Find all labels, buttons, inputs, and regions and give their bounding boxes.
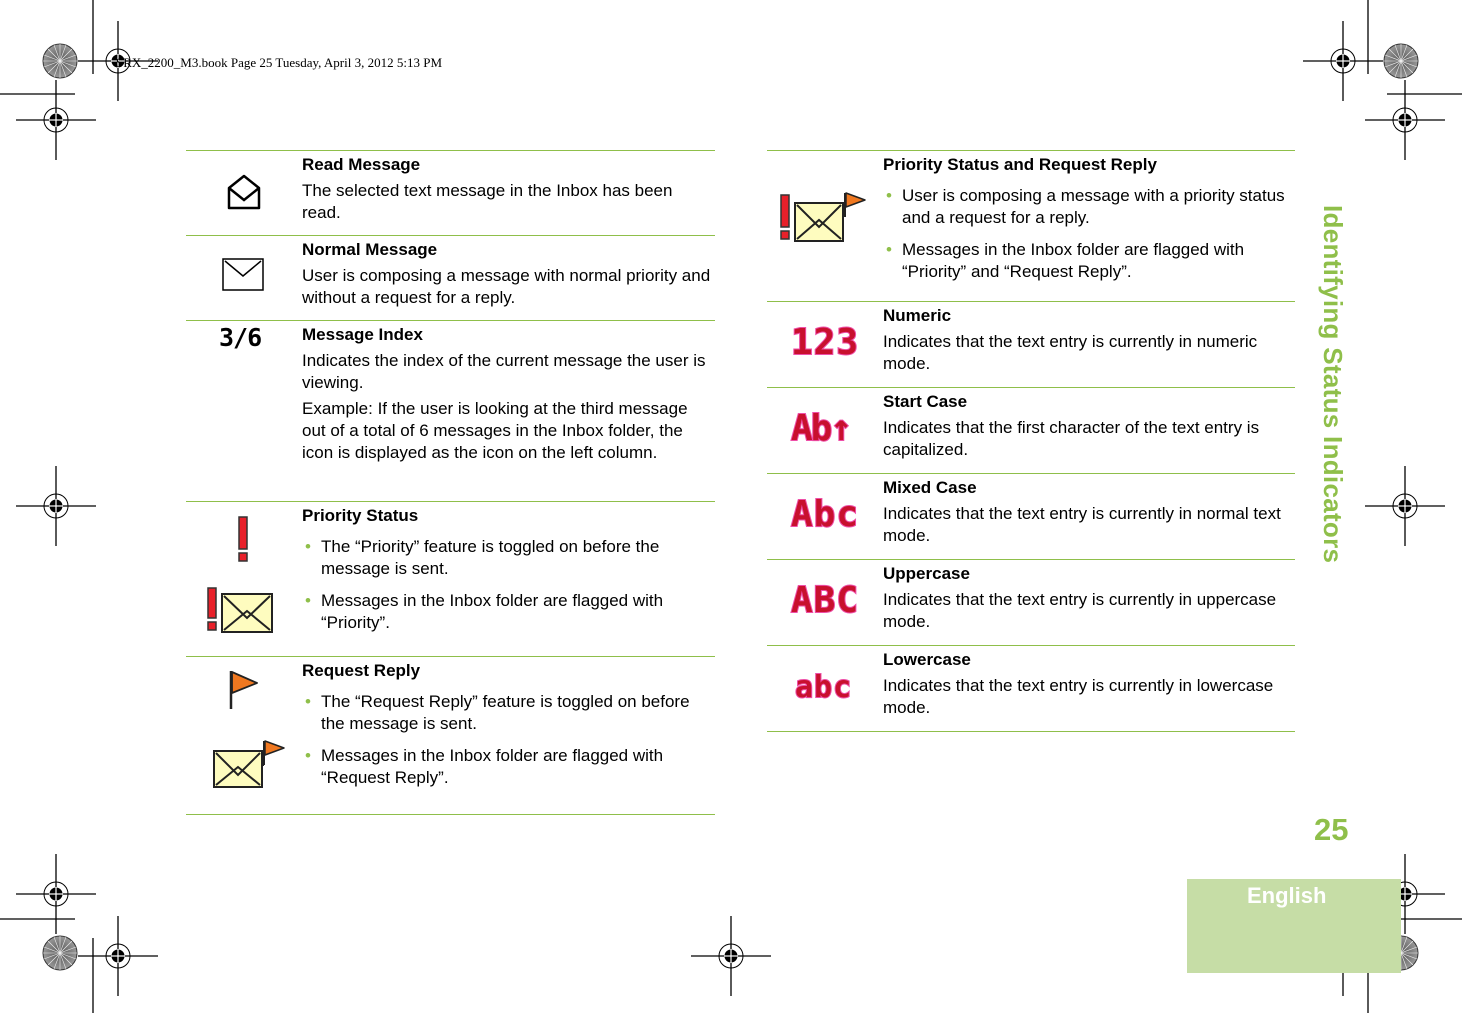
indicator-description: Indicates that the text entry is current… — [883, 332, 1258, 373]
crosshair-mark — [1364, 465, 1446, 547]
right-indicator-table: Priority Status and Request Reply • User … — [767, 150, 1295, 732]
table-row: Priority Status and Request Reply • User … — [767, 150, 1295, 301]
table-row: 123 Numeric Indicates that the text entr… — [767, 301, 1295, 387]
indicator-description: Indicates the index of the current messa… — [302, 351, 706, 392]
bullet-text: The “Request Reply” feature is toggled o… — [321, 692, 690, 733]
print-info-header: SRX_2200_M3.book Page 25 Tuesday, April … — [116, 55, 442, 70]
table-row: Normal Message User is composing a messa… — [186, 235, 715, 320]
crosshair-mark — [15, 79, 97, 161]
table-row: Abc Mixed Case Indicates that the text e… — [767, 473, 1295, 559]
indicator-description: Indicates that the text entry is current… — [883, 676, 1274, 717]
bullet-icon: • — [886, 240, 892, 259]
table-row: Ab↑ Start Case Indicates that the first … — [767, 387, 1295, 473]
indicator-description: Indicates that the first character of th… — [883, 418, 1260, 459]
bullet-text: The “Priority” feature is toggled on bef… — [321, 537, 660, 578]
section-side-title: Identifying Status Indicators — [1318, 205, 1348, 564]
normal-message-icon — [222, 258, 264, 291]
mixed-case-icon: Abc — [790, 493, 860, 536]
table-row: Request Reply • The “Request Reply” featu… — [186, 656, 715, 815]
indicator-description: The selected text message in the Inbox h… — [302, 181, 673, 222]
table-row: 3/6 Message Index Indicates the index of… — [186, 320, 715, 501]
uppercase-icon: ABC — [790, 579, 860, 622]
lowercase-icon: abc — [794, 669, 853, 706]
read-message-icon — [227, 174, 261, 210]
bullet-icon: • — [305, 591, 311, 610]
bullet-icon: • — [886, 186, 892, 205]
table-row: Read Message The selected text message i… — [186, 150, 715, 235]
indicator-title: Message Index — [302, 325, 423, 344]
bullet-item: • Messages in the Inbox folder are flagge… — [302, 590, 715, 634]
bullet-text: Messages in the Inbox folder are flagged… — [321, 746, 664, 787]
bullet-text: User is composing a message with a prior… — [902, 186, 1285, 227]
language-tab: English — [1187, 879, 1401, 973]
table-row: Priority Status • The “Priority” feature … — [186, 501, 715, 656]
message-index-icon: 3/6 — [219, 323, 262, 352]
indicator-example: Example: If the user is looking at the t… — [302, 399, 688, 462]
indicator-title: Numeric — [883, 306, 952, 325]
crosshair-mark — [15, 853, 97, 935]
indicator-title: Uppercase — [883, 564, 970, 583]
indicator-title: Lowercase — [883, 650, 971, 669]
crosshair-mark — [1302, 20, 1384, 102]
crosshair-mark — [690, 915, 772, 997]
bullet-text: Messages in the Inbox folder are flagged… — [902, 240, 1245, 281]
indicator-title: Normal Message — [302, 240, 438, 259]
priority-exclamation-icon — [238, 516, 248, 562]
indicator-title: Read Message — [302, 155, 421, 174]
star-target-mark — [42, 935, 78, 971]
bullet-item: • Messages in the Inbox folder are flagge… — [883, 239, 1295, 283]
bullet-item: • User is composing a message with a prio… — [883, 185, 1295, 229]
start-case-icon: Ab↑ — [790, 407, 853, 450]
request-reply-flag-icon — [229, 671, 258, 709]
bullet-item: • The “Priority” feature is toggled on be… — [302, 536, 715, 580]
indicator-title: Mixed Case — [883, 478, 977, 497]
bullet-item: • The “Request Reply” feature is toggled … — [302, 691, 715, 735]
priority-envelope-icon — [207, 587, 273, 633]
indicator-title: Start Case — [883, 392, 968, 411]
crosshair-mark — [1364, 79, 1446, 161]
indicator-description: Indicates that the text entry is current… — [883, 590, 1277, 631]
bullet-icon: • — [305, 537, 311, 556]
indicator-title: Priority Status and Request Reply — [883, 155, 1157, 174]
bullet-icon: • — [305, 746, 311, 765]
table-row: ABC Uppercase Indicates that the text en… — [767, 559, 1295, 645]
indicator-title: Request Reply — [302, 661, 421, 680]
bullet-item: • Messages in the Inbox folder are flagge… — [302, 745, 715, 789]
request-reply-envelope-icon — [213, 740, 285, 788]
crosshair-mark — [77, 915, 159, 997]
indicator-description: Indicates that the text entry is current… — [883, 504, 1281, 545]
table-row: abc Lowercase Indicates that the text en… — [767, 645, 1295, 732]
bullet-icon: • — [305, 692, 311, 711]
star-target-mark — [42, 43, 78, 79]
indicator-title: Priority Status — [302, 506, 419, 525]
left-indicator-table: Read Message The selected text message i… — [186, 150, 715, 815]
numeric-mode-icon: 123 — [790, 321, 860, 364]
indicator-description: User is composing a message with normal … — [302, 266, 711, 307]
bullet-text: Messages in the Inbox folder are flagged… — [321, 591, 664, 632]
crosshair-mark — [15, 465, 97, 547]
star-target-mark — [1383, 43, 1419, 79]
priority-request-reply-icon — [780, 192, 866, 242]
page-number: 25 — [1314, 812, 1349, 847]
language-label: English — [1247, 883, 1327, 908]
